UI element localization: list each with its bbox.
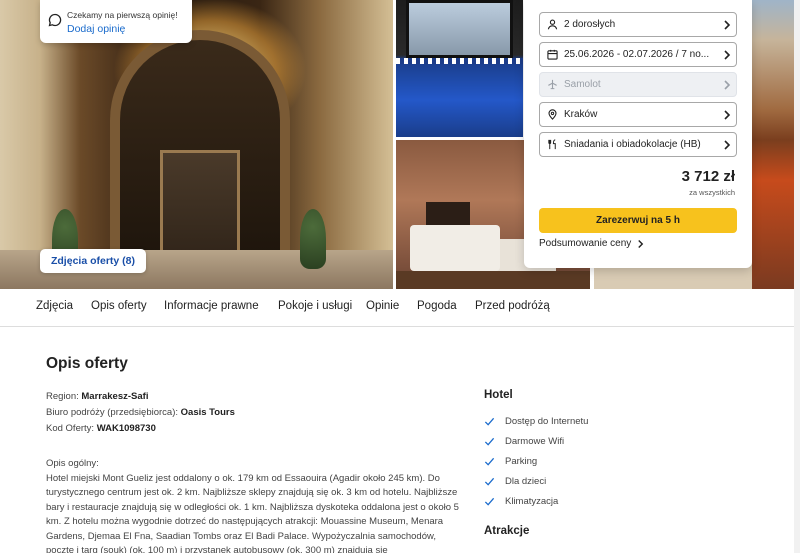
chevron-right-icon	[718, 19, 736, 30]
calendar-icon	[540, 49, 564, 60]
photo-bed	[410, 225, 500, 271]
check-icon	[484, 497, 495, 506]
offer-code-value: WAK1098730	[96, 423, 156, 434]
tab-reviews[interactable]: Opinie	[366, 300, 399, 312]
feature-label: Parking	[505, 456, 538, 467]
transport-selector[interactable]: Samolot	[539, 72, 737, 97]
tab-rooms-services[interactable]: Pokoje i usługi	[278, 300, 352, 312]
tab-offer-description[interactable]: Opis oferty	[91, 300, 147, 312]
transport-value: Samolot	[564, 79, 601, 90]
offer-code-line: Kod Oferty: WAK1098730	[46, 423, 156, 434]
tab-photos[interactable]: Zdjęcia	[36, 300, 73, 312]
feature-label: Darmowe Wifi	[505, 436, 565, 447]
photo-furniture	[396, 271, 590, 289]
offer-photos-button[interactable]: Zdjęcia oferty (8)	[40, 249, 146, 273]
general-text: Hotel miejski Mont Gueliz jest oddalony …	[46, 472, 459, 553]
chevron-right-icon	[718, 139, 736, 150]
feature-item: Klimatyzacja	[484, 496, 558, 507]
offer-content: Opis oferty Region: Marrakesz-Safi Biuro…	[0, 327, 800, 553]
agency-line: Biuro podróży (przedsiębiorca): Oasis To…	[46, 407, 235, 418]
price-summary-link[interactable]: Podsumowanie ceny	[539, 238, 644, 249]
chevron-right-icon	[718, 49, 736, 60]
agency-label: Biuro podróży (przedsiębiorca):	[46, 407, 179, 418]
dates-selector[interactable]: 25.06.2026 - 02.07.2026 / 7 no...	[539, 42, 737, 67]
feature-label: Klimatyzacja	[505, 496, 559, 507]
check-icon	[484, 477, 495, 486]
review-prompt: Czekamy na pierwszą opinię! Dodaj opinię	[40, 0, 192, 43]
photo-pool-tiles	[396, 58, 523, 64]
check-icon	[484, 437, 495, 446]
total-price: 3 712 zł	[681, 168, 735, 185]
check-icon	[484, 417, 495, 426]
location-pin-icon	[540, 109, 564, 120]
region-label: Region:	[46, 391, 79, 402]
agency-value: Oasis Tours	[180, 407, 235, 418]
check-icon	[484, 457, 495, 466]
plane-icon	[540, 79, 564, 90]
section-tabs: Zdjęcia Opis oferty Informacje prawne Po…	[0, 289, 800, 327]
review-prompt-text: Czekamy na pierwszą opinię!	[67, 10, 178, 20]
chat-bubble-icon	[48, 13, 62, 27]
feature-label: Dla dzieci	[505, 476, 547, 487]
feature-label: Dostęp do Internetu	[505, 416, 589, 427]
feature-item: Dostęp do Internetu	[484, 416, 588, 427]
guests-value: 2 dorosłych	[564, 19, 616, 30]
chevron-right-icon	[718, 109, 736, 120]
booking-panel: 2 dorosłych 25.06.2026 - 02.07.2026 / 7 …	[524, 0, 752, 268]
tab-before-travel[interactable]: Przed podróżą	[475, 300, 550, 312]
photo-plant	[300, 209, 326, 269]
person-icon	[540, 19, 564, 30]
guests-selector[interactable]: 2 dorosłych	[539, 12, 737, 37]
region-value: Marrakesz-Safi	[81, 391, 149, 402]
photo-exterior[interactable]	[752, 0, 800, 289]
tab-weather[interactable]: Pogoda	[417, 300, 457, 312]
cutlery-icon	[540, 139, 564, 150]
board-selector[interactable]: Śniadania i obiadokolacje (HB)	[539, 132, 737, 157]
board-value: Śniadania i obiadokolacje (HB)	[564, 139, 701, 150]
region-line: Region: Marrakesz-Safi	[46, 391, 148, 402]
section-title: Opis oferty	[46, 355, 128, 372]
feature-item: Parking	[484, 456, 537, 467]
tab-legal-info[interactable]: Informacje prawne	[164, 300, 259, 312]
departure-value: Kraków	[564, 109, 598, 120]
general-description: Opis ogólny: Hotel miejski Mont Gueliz j…	[46, 457, 462, 553]
page-scrollbar[interactable]	[794, 0, 800, 553]
chevron-right-icon	[638, 239, 644, 248]
price-note: za wszystkich	[689, 188, 735, 197]
price-summary-label: Podsumowanie ceny	[539, 238, 632, 249]
book-button[interactable]: Zarezerwuj na 5 h	[539, 208, 737, 233]
offer-code-label: Kod Oferty:	[46, 423, 95, 434]
feature-item: Darmowe Wifi	[484, 436, 564, 447]
attractions-heading: Atrakcje	[484, 525, 530, 537]
add-review-link[interactable]: Dodaj opinię	[67, 23, 125, 35]
hotel-heading: Hotel	[484, 389, 513, 401]
departure-selector[interactable]: Kraków	[539, 102, 737, 127]
photo-window	[406, 0, 513, 58]
general-heading: Opis ogólny:	[46, 458, 99, 469]
photo-pool[interactable]	[396, 0, 523, 137]
dates-value: 25.06.2026 - 02.07.2026 / 7 no...	[564, 49, 710, 60]
feature-item: Dla dzieci	[484, 476, 546, 487]
chevron-right-icon	[718, 79, 736, 90]
main-photo-lobby[interactable]	[0, 0, 393, 289]
